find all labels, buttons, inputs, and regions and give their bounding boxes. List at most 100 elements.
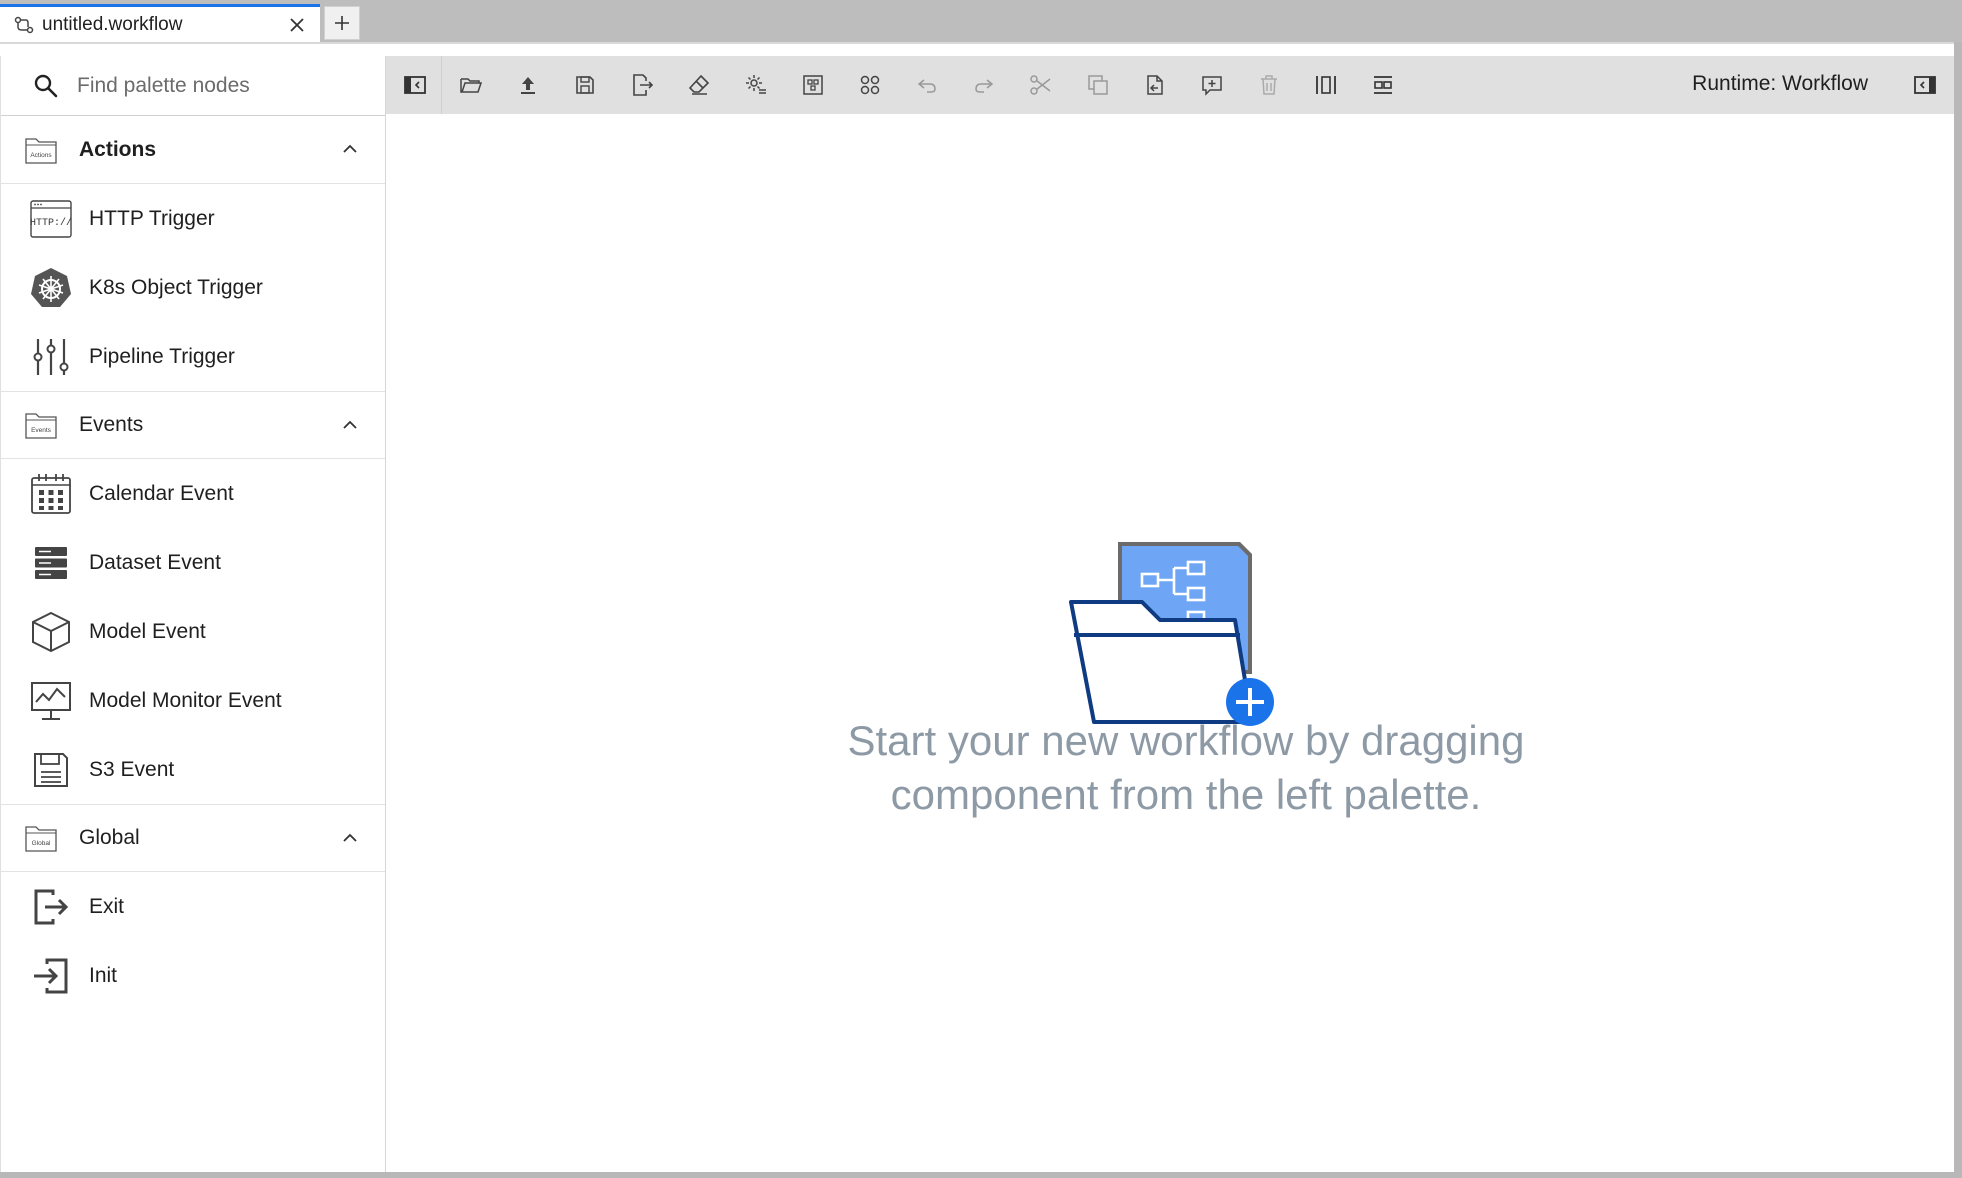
cut-button[interactable] (1026, 70, 1056, 100)
floppy-icon (34, 752, 68, 787)
empty-message-line-2: component from the left palette. (890, 771, 1482, 818)
save-button[interactable] (570, 70, 600, 100)
palette-node-dataset-event[interactable]: Dataset Event (1, 528, 385, 597)
eraser-icon (688, 74, 710, 95)
folder-tag: Events (31, 427, 52, 434)
paste-button[interactable] (1140, 70, 1170, 100)
panel-right-icon (1914, 76, 1936, 94)
folder-icon: Global (25, 826, 57, 852)
palette-node-k8s-object-trigger[interactable]: K8s Object Trigger (1, 253, 385, 322)
monitor-chart-icon (31, 681, 71, 720)
undo-button[interactable] (912, 70, 942, 100)
export-button[interactable] (627, 70, 657, 100)
upload-button[interactable] (513, 70, 543, 100)
node-palette: Actions Actions HTTP:// HTTP Trigger (0, 56, 386, 1172)
palette-node-pipeline-trigger[interactable]: Pipeline Trigger (1, 322, 385, 391)
calendar-icon (31, 473, 71, 514)
add-comment-button[interactable] (1197, 70, 1227, 100)
kubernetes-icon (31, 267, 71, 307)
folder-icon: Actions (25, 137, 57, 164)
category-global[interactable]: Global Global (1, 804, 385, 872)
category-label: Events (79, 413, 144, 436)
workflow-canvas[interactable]: Runtime: Workflow Start your new workflo… (386, 56, 1954, 1172)
runtime-label: Runtime: Workflow (1692, 72, 1868, 95)
group-button[interactable] (855, 70, 885, 100)
database-icon (35, 546, 67, 579)
align-horizontal-button[interactable] (1311, 70, 1341, 100)
comment-add-icon (1202, 76, 1222, 96)
category-label: Actions (79, 137, 157, 161)
node-label: Model Event (89, 619, 206, 643)
exit-icon (34, 889, 69, 924)
trash-icon (1261, 75, 1277, 95)
empty-canvas-message: Start your new workflow by dragging comp… (686, 714, 1686, 822)
node-label: Init (89, 963, 118, 987)
search-icon (34, 74, 58, 97)
open-file-button[interactable] (456, 70, 486, 100)
save-icon (576, 76, 594, 94)
align-vertical-icon (1374, 76, 1392, 94)
upload-icon (521, 77, 535, 94)
palette-node-model-event[interactable]: Model Event (1, 597, 385, 666)
enter-icon (34, 958, 68, 993)
toggle-properties-button[interactable] (1910, 70, 1940, 100)
tab-title: untitled.workflow (42, 13, 183, 35)
workflow-icon (14, 16, 34, 33)
copy-button[interactable] (1083, 70, 1113, 100)
folder-icon: Events (25, 413, 57, 439)
palette-node-exit[interactable]: Exit (1, 872, 385, 941)
nodes-icon (860, 75, 880, 95)
category-label: Global (79, 826, 140, 849)
category-actions[interactable]: Actions Actions (1, 116, 385, 184)
folder-tag: Global (32, 840, 51, 847)
node-label: Calendar Event (89, 481, 234, 505)
align-vertical-button[interactable] (1368, 70, 1398, 100)
new-tab-button[interactable] (324, 6, 360, 40)
align-horizontal-icon (1316, 76, 1336, 94)
scissors-icon (1030, 75, 1051, 95)
folder-tag: Actions (30, 152, 52, 159)
cube-icon (32, 611, 70, 652)
toggle-palette-button[interactable] (400, 70, 430, 100)
node-label: Model Monitor Event (89, 688, 282, 712)
copy-icon (1088, 75, 1108, 95)
folder-open-icon (460, 78, 483, 93)
palette-node-model-monitor-event[interactable]: Model Monitor Event (1, 666, 385, 735)
node-label: Exit (89, 894, 125, 918)
settings-button[interactable] (741, 70, 771, 100)
folder-workflow-illustration (1069, 542, 1274, 726)
palette-node-s3-event[interactable]: S3 Event (1, 735, 385, 804)
redo-icon (975, 79, 994, 93)
clear-button[interactable] (684, 70, 714, 100)
chevron-up-icon[interactable] (341, 140, 359, 158)
plus-icon (335, 16, 349, 30)
undo-icon (917, 79, 936, 93)
delete-button[interactable] (1254, 70, 1284, 100)
export-icon (633, 74, 654, 96)
http-icon: HTTP:// (30, 199, 72, 238)
workspace: Actions Actions HTTP:// HTTP Trigger (0, 42, 1954, 1172)
close-icon[interactable] (288, 16, 306, 34)
sliders-icon (33, 338, 69, 375)
layout-grid-icon (803, 75, 823, 95)
palette-node-http-trigger[interactable]: HTTP:// HTTP Trigger (1, 184, 385, 253)
node-label: Pipeline Trigger (89, 344, 235, 368)
search-input[interactable] (77, 73, 377, 98)
panel-left-icon (404, 76, 426, 94)
arrange-button[interactable] (798, 70, 828, 100)
toggle-palette-container (386, 56, 442, 114)
palette-node-init[interactable]: Init (1, 941, 385, 1010)
palette-search (1, 56, 385, 116)
gear-list-icon (746, 75, 766, 94)
chevron-up-icon[interactable] (341, 416, 359, 434)
canvas-toolbar: Runtime: Workflow (386, 56, 1954, 114)
category-events[interactable]: Events Events (1, 391, 385, 459)
svg-text:HTTP://: HTTP:// (30, 217, 72, 229)
tab-untitled-workflow[interactable]: untitled.workflow (0, 4, 320, 42)
redo-button[interactable] (969, 70, 999, 100)
node-label: HTTP Trigger (89, 206, 215, 230)
node-label: S3 Event (89, 757, 175, 781)
palette-node-calendar-event[interactable]: Calendar Event (1, 459, 385, 528)
chevron-up-icon[interactable] (341, 829, 359, 847)
empty-canvas: Start your new workflow by dragging comp… (386, 114, 1954, 1172)
